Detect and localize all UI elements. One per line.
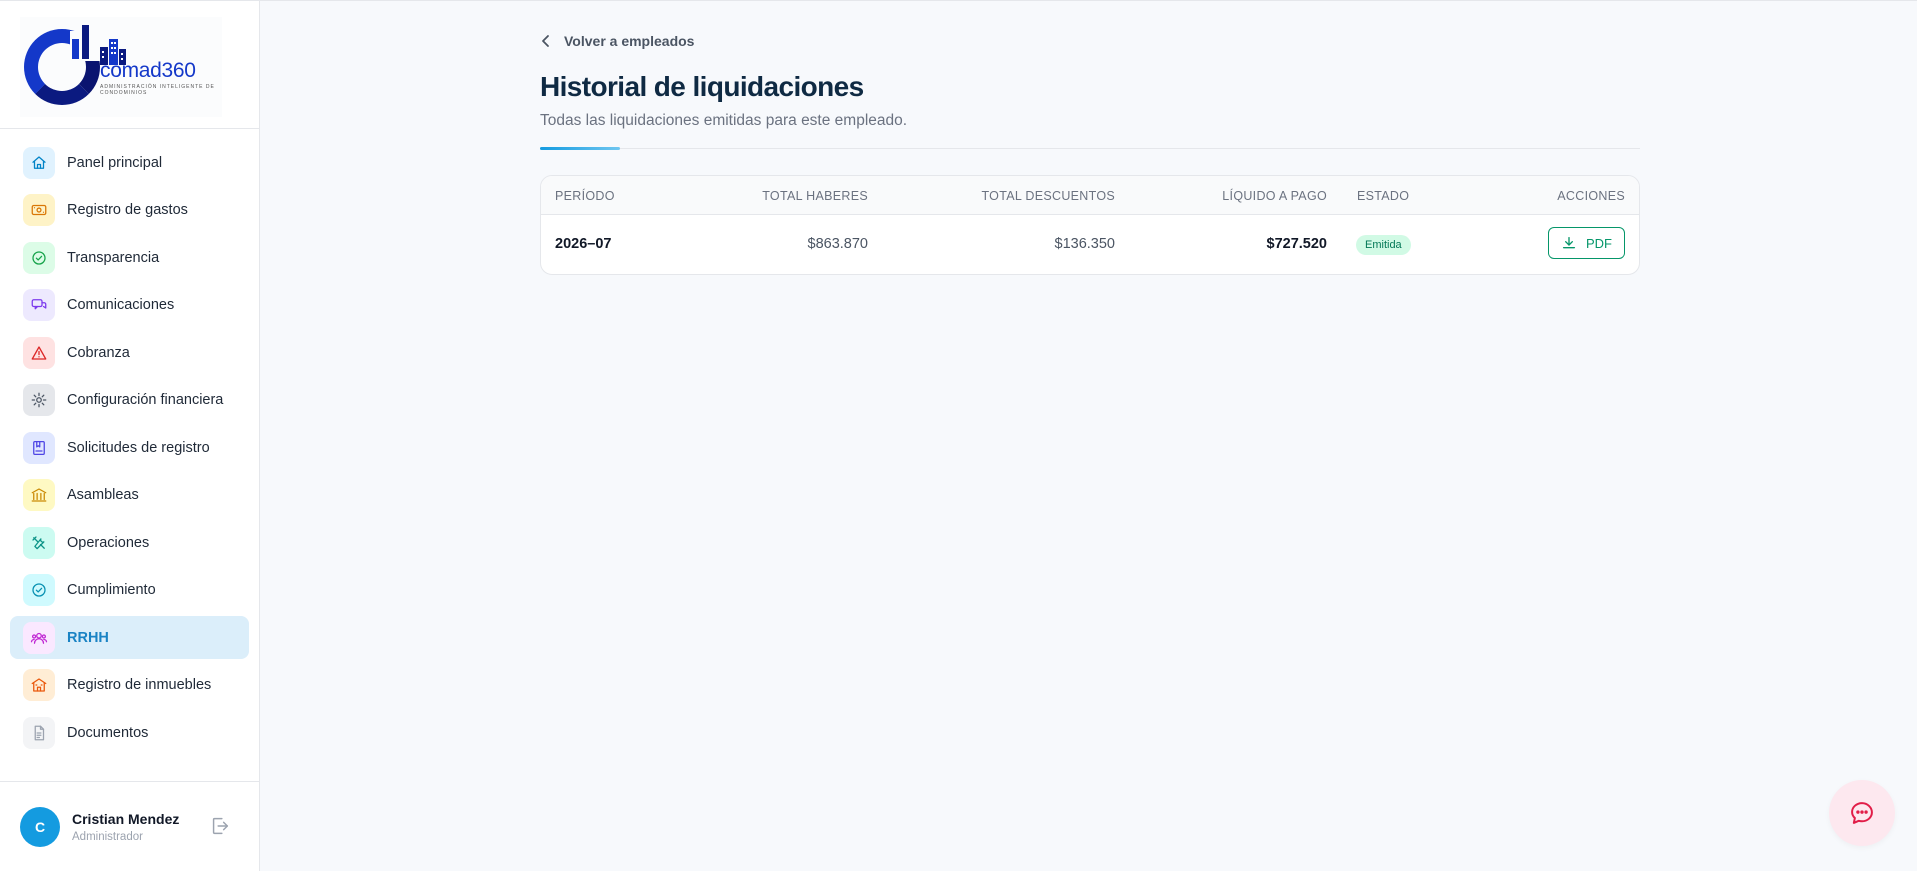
building-icon (23, 669, 55, 701)
sidebar-item-registro-de-gastos[interactable]: Registro de gastos (10, 189, 249, 232)
logo-wordmark: comad360 Administración inteligente de c… (100, 59, 215, 96)
sidebar-item-rrhh[interactable]: RRHH (10, 616, 249, 659)
user-panel: C Cristian Mendez Administrador (0, 781, 259, 871)
sidebar-item-transparencia[interactable]: Transparencia (10, 236, 249, 279)
check-circle-icon (23, 574, 55, 606)
page-subtitle: Todas las liquidaciones emitidas para es… (540, 112, 908, 129)
sidebar-item-documentos[interactable]: Documentos (10, 711, 249, 754)
sidebar-nav: Panel principal Registro de gastos Transpa… (0, 129, 259, 754)
chat-bubble-icon (1851, 802, 1873, 824)
cell-liquido-a-pago: $727.520 (1266, 236, 1327, 252)
sidebar-item-configuracion-financiera[interactable]: Configuración financiera (10, 379, 249, 422)
col-estado: ESTADO (1357, 189, 1410, 203)
download-pdf-button[interactable]: PDF (1548, 227, 1625, 259)
user-role: Administrador (72, 830, 143, 843)
sidebar-item-cumplimiento[interactable]: Cumplimiento (10, 569, 249, 612)
sidebar-item-comunicaciones[interactable]: Comunicaciones (10, 284, 249, 327)
tools-icon (23, 526, 55, 559)
logout-icon[interactable] (209, 815, 231, 837)
sidebar-item-operaciones[interactable]: Operaciones (10, 521, 249, 564)
payslip-table: PERÍODO TOTAL HABERES TOTAL DESCUENTOS L… (540, 175, 1640, 275)
sidebar-item-panel-principal[interactable]: Panel principal (10, 141, 249, 184)
col-periodo: PERÍODO (555, 189, 615, 203)
status-badge: Emitida (1356, 235, 1411, 255)
sidebar-item-label: Asambleas (67, 487, 139, 503)
table-row: 2026–07 $863.870 $136.350 $727.520 Emiti… (541, 215, 1639, 274)
page-title: Historial de liquidaciones (540, 71, 864, 102)
check-circle-icon (23, 241, 55, 274)
user-info: Cristian Mendez Administrador (72, 811, 179, 843)
sidebar-item-label: Comunicaciones (67, 297, 175, 313)
sidebar-item-solicitudes-de-registro[interactable]: Solicitudes de registro (10, 426, 249, 469)
cell-total-descuentos: $136.350 (1054, 236, 1115, 252)
gear-icon (23, 384, 55, 416)
chevron-left-icon (542, 35, 549, 47)
book-icon (23, 431, 55, 464)
alert-triangle-icon (23, 336, 55, 369)
sidebar-item-label: Cumplimiento (67, 582, 156, 598)
chat-icon (23, 289, 55, 321)
divider (540, 148, 1640, 149)
chat-support-button[interactable] (1829, 780, 1895, 846)
sidebar-item-label: Solicitudes de registro (67, 439, 210, 456)
col-total-haberes: TOTAL HABERES (762, 189, 868, 203)
sidebar-item-registro-de-inmuebles[interactable]: Registro de inmuebles (10, 664, 249, 707)
back-to-employees-link[interactable]: Volver a empleados (540, 33, 694, 49)
sidebar-item-label: Transparencia (67, 249, 160, 266)
logo-area: comad360 Administración inteligente de c… (0, 1, 259, 129)
divider-accent (540, 147, 620, 150)
sidebar-item-label: Panel principal (67, 154, 163, 171)
sidebar-item-label: Configuración financiera (67, 392, 224, 408)
cell-total-haberes: $863.870 (807, 236, 868, 252)
table-header: PERÍODO TOTAL HABERES TOTAL DESCUENTOS L… (541, 176, 1639, 215)
sidebar-item-label: Documentos (67, 724, 149, 741)
sidebar-item-asambleas[interactable]: Asambleas (10, 474, 249, 517)
brand-logo[interactable]: comad360 Administración inteligente de c… (20, 17, 222, 117)
sidebar-item-label: Registro de gastos (67, 202, 188, 218)
back-link-label: Volver a empleados (564, 33, 695, 49)
sidebar-item-label: Registro de inmuebles (67, 677, 212, 693)
home-icon (23, 146, 55, 179)
download-icon (1563, 237, 1575, 249)
document-icon (23, 716, 55, 749)
bank-icon (23, 479, 55, 511)
col-acciones: ACCIONES (1557, 189, 1625, 203)
sidebar-item-label: RRHH (67, 629, 109, 646)
cell-periodo: 2026–07 (555, 236, 612, 252)
sidebar-item-cobranza[interactable]: Cobranza (10, 331, 249, 374)
sidebar-item-label: Operaciones (67, 534, 150, 551)
money-icon (23, 194, 55, 226)
col-liquido-a-pago: LÍQUIDO A PAGO (1222, 189, 1327, 203)
col-total-descuentos: TOTAL DESCUENTOS (981, 189, 1115, 203)
users-icon (23, 621, 55, 654)
main-content: Volver a empleados Historial de liquidac… (540, 0, 1640, 871)
pdf-button-label: PDF (1586, 235, 1612, 251)
sidebar: comad360 Administración inteligente de c… (0, 0, 260, 871)
avatar[interactable]: C (20, 806, 60, 847)
sidebar-item-label: Cobranza (67, 344, 130, 361)
user-name: Cristian Mendez (72, 810, 180, 827)
